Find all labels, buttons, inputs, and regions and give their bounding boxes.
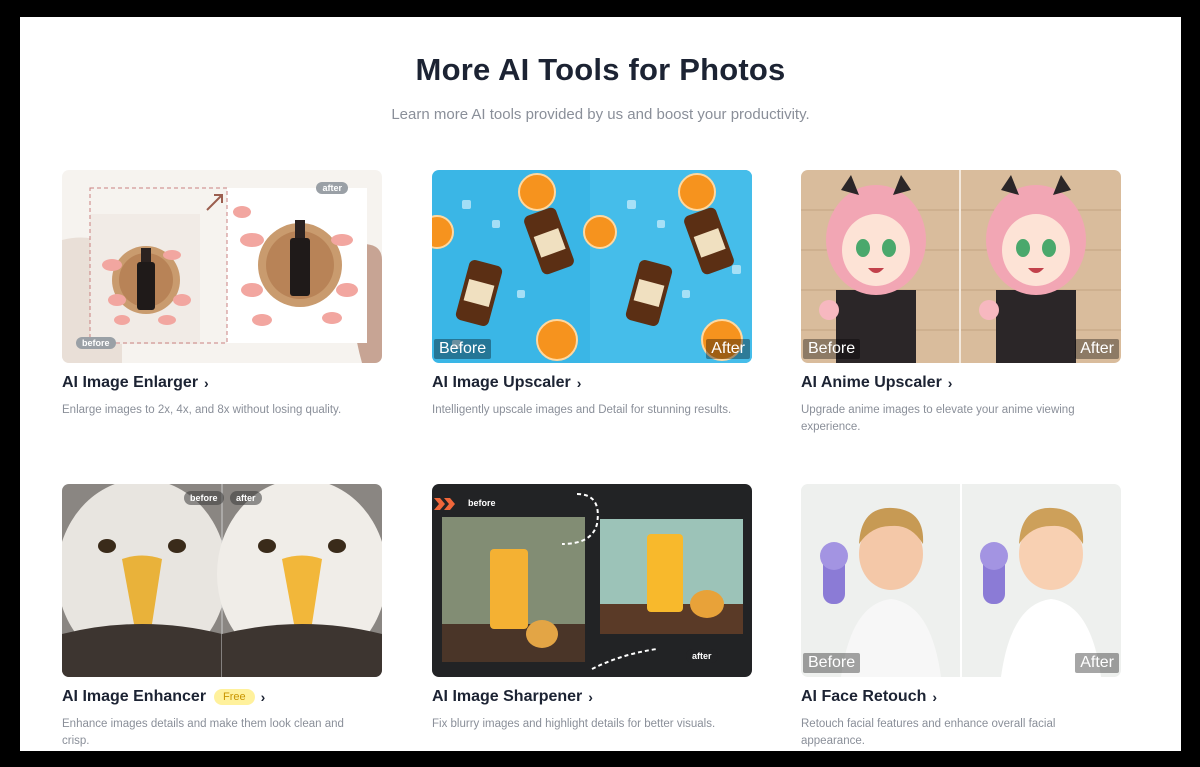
upscaler-preview-image[interactable]: Before After [432, 170, 752, 363]
before-label: Before [434, 339, 492, 359]
card-description: Retouch facial features and enhance over… [801, 718, 1056, 747]
anime-upscaler-preview-image[interactable]: Before After [801, 170, 1121, 363]
chevron-right-icon: › [260, 689, 266, 705]
chevron-right-icon: › [932, 689, 938, 705]
before-label: before [468, 498, 496, 508]
card-description: Enlarge images to 2x, 4x, and 8x without… [62, 404, 342, 416]
tool-card-title-link[interactable]: AI Anime Upscaler › [801, 373, 1121, 393]
tool-card-image-enhancer[interactable]: before after AI Image Enhancer Free › En… [62, 484, 382, 750]
after-label: after [230, 491, 262, 505]
enlarger-preview-image[interactable]: after before [62, 170, 382, 363]
chevron-right-icon: › [204, 375, 209, 391]
tool-card-image-sharpener[interactable]: before after AI Image Sharpener › Fix bl… [432, 484, 752, 733]
tool-card-image-upscaler[interactable]: Before After AI Image Upscaler › Intelli… [432, 170, 752, 419]
before-label: Before [803, 339, 861, 359]
enhancer-preview-image[interactable]: before after [62, 484, 382, 677]
chevron-right-icon: › [588, 689, 593, 705]
before-label: before [184, 491, 224, 505]
tool-card-title-link[interactable]: AI Image Sharpener › [432, 687, 752, 707]
tool-card-title-link[interactable]: AI Image Upscaler › [432, 373, 752, 393]
free-badge: Free [214, 689, 255, 705]
face-retouch-preview-image[interactable]: Before After [801, 484, 1121, 677]
card-description: Fix blurry images and highlight details … [432, 718, 716, 730]
card-title-text: AI Anime Upscaler [801, 374, 942, 391]
card-description: Upgrade anime images to elevate your ani… [801, 404, 1075, 433]
after-label: after [686, 649, 718, 663]
after-label: After [1075, 339, 1119, 359]
tool-card-anime-upscaler[interactable]: Before After AI Anime Upscaler › Upgrade… [801, 170, 1121, 436]
tools-section: More AI Tools for Photos Learn more AI t… [20, 17, 1181, 751]
tool-card-title-link[interactable]: AI Image Enlarger › [62, 373, 382, 393]
tool-card-title-link[interactable]: AI Image Enhancer Free › [62, 687, 382, 707]
before-label: before [76, 337, 116, 349]
chevron-right-icon: › [947, 375, 953, 391]
card-description: Intelligently upscale images and Detail … [432, 404, 732, 416]
chevron-right-icon: › [576, 375, 582, 391]
card-title-text: AI Image Sharpener [432, 688, 583, 705]
sharpener-preview-image[interactable]: before after [432, 484, 752, 677]
card-title-text: AI Image Upscaler [432, 374, 571, 391]
section-subtitle: Learn more AI tools provided by us and b… [391, 106, 810, 123]
card-title-text: AI Image Enhancer [62, 688, 207, 705]
after-label: after [316, 182, 348, 194]
tool-card-title-link[interactable]: AI Face Retouch › [801, 687, 1121, 707]
tool-card-image-enlarger[interactable]: after before AI Image Enlarger › Enlarge… [62, 170, 382, 419]
after-label: After [1075, 653, 1119, 673]
card-title-text: AI Face Retouch [801, 688, 927, 705]
after-label: After [706, 339, 750, 359]
section-title: More AI Tools for Photos [415, 52, 786, 87]
card-description: Enhance images details and make them loo… [62, 718, 344, 747]
tool-card-face-retouch[interactable]: Before After AI Face Retouch › Retouch f… [801, 484, 1121, 750]
before-label: Before [803, 653, 861, 673]
card-title-text: AI Image Enlarger [62, 374, 199, 391]
